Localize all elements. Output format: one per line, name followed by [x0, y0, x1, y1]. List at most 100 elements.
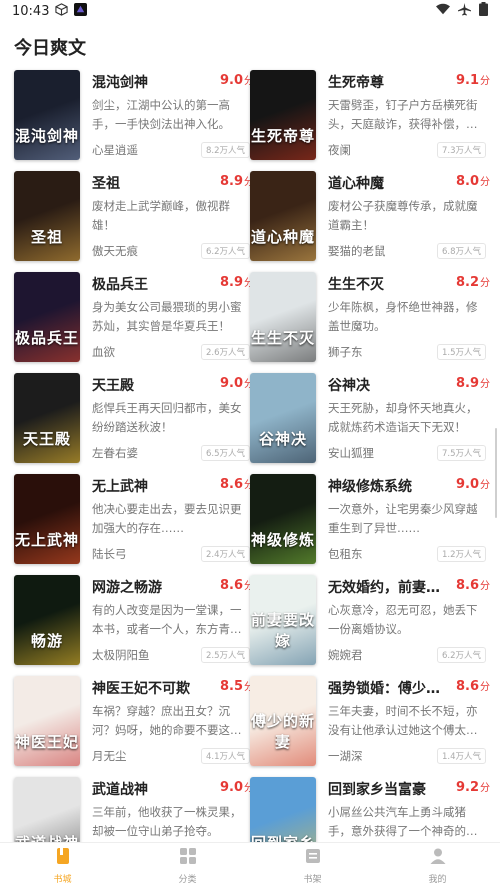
book-cover[interactable]: 生生不灭	[250, 272, 316, 362]
popularity-badge: 2.6万人气	[200, 344, 250, 360]
book-title[interactable]: 天王殿	[92, 375, 204, 395]
book-title[interactable]: 极品兵王	[92, 274, 204, 294]
book-card[interactable]: 道心种魔 道心种魔 8.0分 废材公子获魔尊传承，成就魔道霸主！ 娶猫的老鼠 6.8万人气	[250, 171, 490, 263]
book-info: 极品兵王 8.9分 身为美女公司最猥琐的男小蜜苏灿，其实曾是华夏兵王！ 血欲 2.6万人…	[92, 274, 254, 364]
tab-label: 我的	[428, 875, 447, 885]
book-author: 狮子东	[328, 345, 363, 359]
popularity-badge: 1.2万人气	[436, 546, 486, 562]
cover-title: 畅游	[30, 632, 63, 650]
tab-bookstore[interactable]: 书城	[0, 843, 125, 889]
scrollbar[interactable]	[495, 428, 497, 518]
book-title[interactable]: 生死帝尊	[328, 72, 440, 92]
book-description: 废材公子获魔尊传承，成就魔道霸主！	[328, 199, 478, 232]
book-description: 剑尘，江湖中公认的第一高手，一手快剑法出神入化。	[92, 98, 230, 131]
tab-bookshelf[interactable]: 书架	[250, 843, 375, 889]
book-cover[interactable]: 道心种魔	[250, 171, 316, 261]
score-value: 9.0	[455, 477, 479, 492]
book-card[interactable]: 天王殿 天王殿 9.0分 彪悍兵王再天回归都市，美女纷纷踏送秋波！ 左眷右婆 6.5万人气	[14, 373, 254, 465]
book-author: 包租东	[328, 547, 363, 561]
book-cover[interactable]: 混沌剑神	[14, 70, 80, 160]
book-cover[interactable]: 谷神决	[250, 373, 316, 463]
book-info: 无效婚约，前妻… 8.6分 心灰意冷，忍无可忍，她丢下一份离婚协议。 婉婉君 6.2万人…	[328, 577, 490, 667]
cover-title: 混沌剑神	[14, 127, 79, 145]
book-card[interactable]: 生生不灭 生生不灭 8.2分 少年陈枫，身怀绝世神器，修盖世魔功。 狮子东 1.5万人气	[250, 272, 490, 364]
book-author: 夜阑	[328, 143, 351, 157]
tab-category[interactable]: 分类	[125, 843, 250, 889]
status-time: 10:43	[12, 3, 50, 19]
wifi-icon	[436, 3, 450, 19]
book-score: 8.9分	[456, 375, 490, 391]
book-title[interactable]: 强势锁婚：傅少…	[328, 678, 440, 698]
book-cover[interactable]: 圣祖	[14, 171, 80, 261]
score-value: 8.6	[219, 578, 243, 593]
score-unit: 分	[480, 783, 490, 794]
book-title[interactable]: 武道战神	[92, 779, 204, 799]
tab-label: 书城	[53, 875, 72, 885]
book-card[interactable]: 傅少的新妻 强势锁婚：傅少… 8.6分 三年夫妻，时间不长不短，亦没有让他承认过她这个…	[250, 676, 490, 768]
book-card[interactable]: 神医王妃 神医王妃不可欺 8.5分车祸？穿越？庶出丑女？沉河？妈呀，她的命要不要这……	[14, 676, 254, 768]
book-cover[interactable]: 神医王妃	[14, 676, 80, 766]
book-card[interactable]: 圣祖 圣祖 8.9分 废材走上武学巅峰，傲视群雄！ 傲天无痕 6.2万人气	[14, 171, 254, 263]
score-unit: 分	[480, 379, 490, 390]
cover-title: 神医王妃	[14, 733, 79, 751]
book-score: 8.5分	[220, 678, 254, 694]
book-info: 生生不灭 8.2分 少年陈枫，身怀绝世神器，修盖世魔功。 狮子东 1.5万人气	[328, 274, 490, 364]
book-author: 婉婉君	[328, 648, 363, 662]
book-score: 8.9分	[220, 274, 254, 290]
book-title[interactable]: 圣祖	[92, 173, 204, 193]
book-score: 9.0分	[456, 476, 490, 492]
popularity-badge: 1.5万人气	[436, 344, 486, 360]
book-title[interactable]: 无上武神	[92, 476, 204, 496]
book-author: 安山狐狸	[328, 446, 374, 460]
book-info: 天王殿 9.0分 彪悍兵王再天回归都市，美女纷纷踏送秋波！ 左眷右婆 6.5万人气	[92, 375, 254, 465]
status-left: 10:43	[12, 2, 88, 20]
book-cover[interactable]: 前妻要改嫁	[250, 575, 316, 665]
score-unit: 分	[480, 682, 490, 693]
book-title[interactable]: 网游之畅游	[92, 577, 204, 597]
book-description: 车祸？穿越？庶出丑女？沉河？妈呀，她的命要不要这…	[92, 704, 242, 737]
book-cover[interactable]: 畅游	[14, 575, 80, 665]
book-cover[interactable]: 生死帝尊	[250, 70, 316, 160]
score-value: 8.6	[455, 679, 479, 694]
book-description: 三年夫妻，时间不长不短，亦没有让他承认过她这个傅太…	[328, 704, 478, 737]
book-score: 8.6分	[456, 678, 490, 694]
book-title[interactable]: 回到家乡当富豪	[328, 779, 440, 799]
score-value: 8.9	[219, 174, 243, 189]
score-unit: 分	[480, 278, 490, 289]
book-card[interactable]: 谷神决 谷神决 8.9分 天王死胁，却身怀天地真火，成就炼药术造诣天下无双！ 安山狐狸 7…	[250, 373, 490, 465]
book-cover[interactable]: 神级修炼	[250, 474, 316, 564]
book-cover[interactable]: 天王殿	[14, 373, 80, 463]
section-title: 今日爽文	[14, 38, 86, 59]
book-description: 有的人改变是因为一堂课，一本书，或者一个人，东方青…	[92, 603, 242, 636]
book-cover[interactable]: 极品兵王	[14, 272, 80, 362]
book-info: 网游之畅游 8.6分 有的人改变是因为一堂课，一本书，或者一个人，东方青… 太极阴阳鱼…	[92, 577, 254, 667]
book-title[interactable]: 混沌剑神	[92, 72, 204, 92]
book-title[interactable]: 谷神决	[328, 375, 440, 395]
book-author: 血欲	[92, 345, 115, 359]
book-cover[interactable]: 傅少的新妻	[250, 676, 316, 766]
book-description: 三年前，他收获了一株灵果，却被一位守山弟子抢夺。	[92, 805, 242, 838]
book-card[interactable]: 无上武神 无上武神 8.6分 他决心要走出去，要去见识更加强大的存在…… 陆长弓 2.4万…	[14, 474, 254, 566]
book-title[interactable]: 生生不灭	[328, 274, 440, 294]
book-title[interactable]: 神级修炼系统	[328, 476, 440, 496]
book-card[interactable]: 极品兵王 极品兵王 8.9分 身为美女公司最猥琐的男小蜜苏灿，其实曾是华夏兵王！ 血欲 2…	[14, 272, 254, 364]
book-card[interactable]: 前妻要改嫁 无效婚约，前妻… 8.6分 心灰意冷，忍无可忍，她丢下一份离婚协议。 婉婉君…	[250, 575, 490, 667]
book-card[interactable]: 畅游 网游之畅游 8.6分 有的人改变是因为一堂课，一本书，或者一个人，东方青… 太极阴…	[14, 575, 254, 667]
book-title[interactable]: 道心种魔	[328, 173, 440, 193]
popularity-badge: 6.5万人气	[200, 445, 250, 461]
popularity-badge: 6.2万人气	[200, 243, 250, 259]
book-score: 8.6分	[220, 476, 254, 492]
bottom-tab-bar: 书城 分类 书架 我的	[0, 842, 500, 889]
book-title[interactable]: 无效婚约，前妻…	[328, 577, 440, 597]
book-cover[interactable]: 无上武神	[14, 474, 80, 564]
cover-title: 天王殿	[22, 430, 71, 448]
book-card[interactable]: 神级修炼 神级修炼系统 9.0分 一次意外，让宅男秦少风穿越重生到了异世…… 包租东 1.…	[250, 474, 490, 566]
book-title[interactable]: 神医王妃不可欺	[92, 678, 204, 698]
tab-profile[interactable]: 我的	[375, 843, 500, 889]
book-card[interactable]: 混沌剑神 混沌剑神 9.0分 剑尘，江湖中公认的第一高手，一手快剑法出神入化。 心星逍遥…	[14, 70, 254, 162]
book-card[interactable]: 生死帝尊 生死帝尊 9.1分 天雷劈歪，钉子户方岳横死街头，天庭敲诈，获得补偿，… 夜阑…	[250, 70, 490, 162]
book-info: 无上武神 8.6分 他决心要走出去，要去见识更加强大的存在…… 陆长弓 2.4万人气	[92, 476, 254, 566]
cover-title: 谷神决	[258, 430, 307, 448]
book-author: 太极阴阳鱼	[92, 648, 150, 662]
tab-label: 书架	[303, 875, 322, 885]
